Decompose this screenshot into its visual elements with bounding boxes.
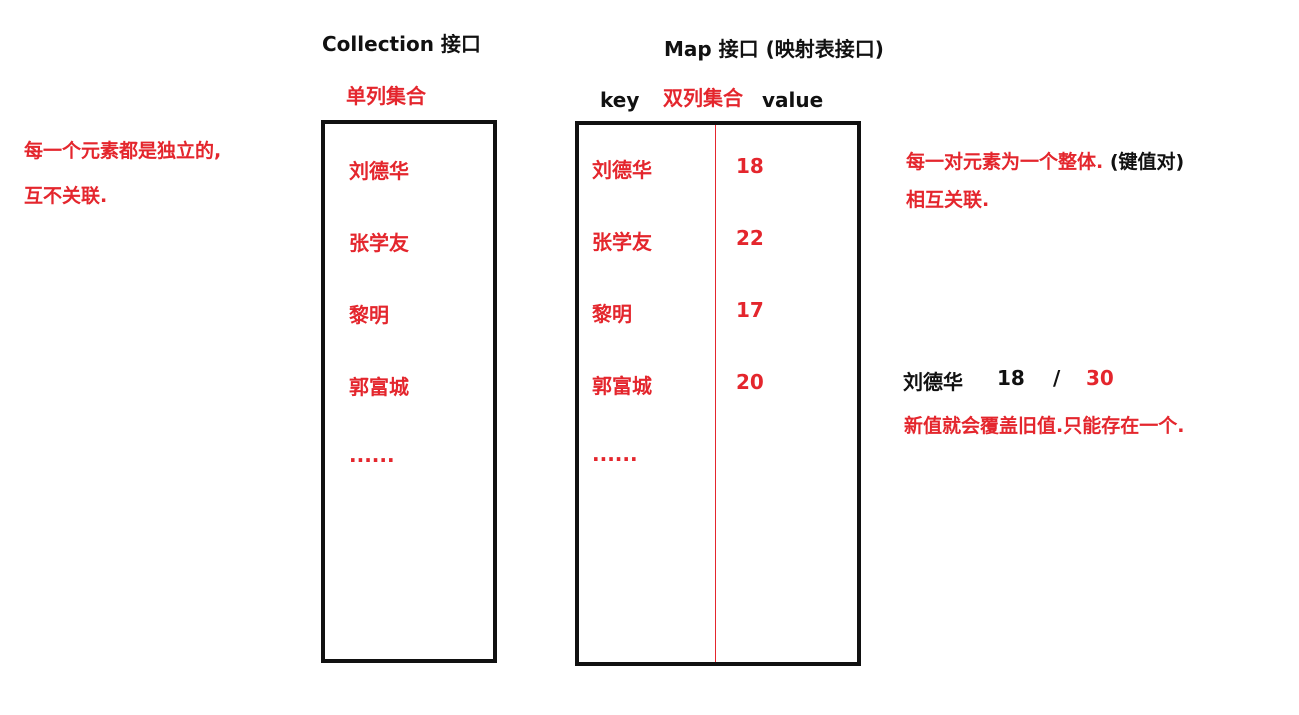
override-key: 刘德华 [903, 370, 963, 394]
right-note-line1-black: (键值对) [1109, 151, 1185, 173]
override-explanation: 新值就会覆盖旧值.只能存在一个. [904, 415, 1185, 437]
collection-item: 张学友 [349, 231, 409, 255]
collection-box: 刘德华 张学友 黎明 郭富城 ...... [321, 120, 497, 663]
map-value: 22 [736, 226, 764, 250]
key-value-divider [715, 125, 716, 662]
right-note-line1-red: 每一对元素为一个整体. [906, 151, 1104, 173]
map-ellipsis: ...... [592, 442, 638, 466]
collection-item: 黎明 [349, 303, 389, 327]
override-new-value: 30 [1086, 366, 1114, 390]
map-key: 张学友 [592, 230, 652, 254]
map-key: 黎明 [592, 302, 632, 326]
map-value-header: value [762, 88, 824, 112]
override-old-value: 18 [997, 366, 1025, 390]
map-subtitle: 双列集合 [663, 86, 743, 110]
map-title: Map 接口 (映射表接口) [664, 37, 884, 61]
right-note-line1: 每一对元素为一个整体. (键值对) [906, 147, 1184, 174]
left-note-line2: 互不关联. [24, 185, 108, 207]
map-value: 20 [736, 370, 764, 394]
right-note-line2: 相互关联. [906, 189, 990, 211]
collection-title: Collection 接口 [322, 32, 481, 56]
left-note-line1: 每一个元素都是独立的, [24, 140, 222, 162]
collection-item: 刘德华 [349, 159, 409, 183]
override-slash: / [1053, 366, 1061, 390]
map-key-header: key [600, 88, 640, 112]
map-box: 刘德华 张学友 黎明 郭富城 ...... 18 22 17 20 [575, 121, 861, 666]
collection-item: 郭富城 [349, 375, 409, 399]
map-value: 18 [736, 154, 764, 178]
map-key: 刘德华 [592, 158, 652, 182]
map-key: 郭富城 [592, 374, 652, 398]
collection-ellipsis: ...... [349, 443, 395, 467]
map-value: 17 [736, 298, 764, 322]
collection-subtitle: 单列集合 [346, 84, 426, 108]
